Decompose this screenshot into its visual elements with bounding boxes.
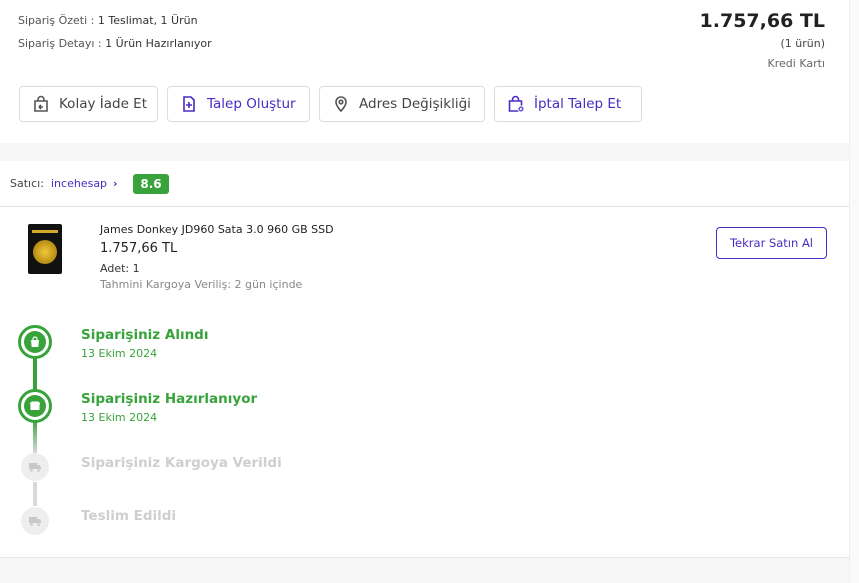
- document-plus-icon: [183, 96, 195, 112]
- order-detail: Sipariş Detayı : 1 Ürün Hazırlanıyor: [18, 37, 212, 50]
- address-change-label: Adres Değişikliği: [359, 96, 471, 112]
- location-pin-icon: [335, 96, 347, 113]
- step-shipped-marker: [21, 453, 49, 481]
- step-date: 13 Ekim 2024: [81, 347, 158, 360]
- order-overview: Sipariş Özeti : 1 Teslimat, 1 Ürün: [18, 14, 198, 27]
- product-title[interactable]: James Donkey JD960 Sata 3.0 960 GB SSD: [100, 223, 334, 236]
- product-image-emblem: [33, 240, 57, 264]
- order-total: 1.757,66 TL: [699, 10, 825, 32]
- seller-score-badge: 8.6: [133, 174, 169, 194]
- create-request-label: Talep Oluştur: [207, 96, 296, 112]
- cancel-request-label: İptal Talep Et: [534, 96, 622, 112]
- section-divider: [0, 143, 849, 161]
- product-image[interactable]: [28, 224, 62, 274]
- chevron-right-icon: ›: [113, 177, 118, 190]
- easy-return-button[interactable]: Kolay İade Et: [19, 86, 158, 122]
- step-title: Siparişiniz Alındı: [81, 327, 209, 343]
- timeline-connector: [33, 482, 37, 506]
- step-delivered-marker: [21, 507, 49, 535]
- shipping-eta: Tahmini Kargoya Veriliş: 2 gün içinde: [100, 278, 303, 291]
- delivery-icon: [29, 517, 41, 526]
- scrollbar[interactable]: [849, 0, 859, 583]
- product-price: 1.757,66 TL: [100, 241, 178, 256]
- seller-row: Satıcı: incehesap › 8.6: [0, 161, 849, 207]
- package-icon: [30, 401, 40, 410]
- step-received-marker: [18, 325, 52, 359]
- timeline-connector: [33, 419, 37, 453]
- shopping-bag-icon: [31, 336, 39, 347]
- order-overview-value: 1 Teslimat, 1 Ürün: [97, 14, 198, 27]
- payment-method: Kredi Kartı: [767, 57, 825, 70]
- item-count: (1 ürün): [780, 37, 825, 50]
- section-divider: [0, 557, 849, 583]
- step-date: 13 Ekim 2024: [81, 411, 158, 424]
- create-request-button[interactable]: Talep Oluştur: [167, 86, 310, 122]
- bag-cancel-icon: [508, 95, 525, 113]
- seller-label: Satıcı:: [10, 177, 44, 190]
- seller-name: incehesap: [51, 177, 108, 190]
- step-title: Teslim Edildi: [81, 508, 177, 524]
- truck-icon: [29, 463, 41, 472]
- rebuy-button[interactable]: Tekrar Satın Al: [716, 227, 827, 259]
- order-overview-label: Sipariş Özeti :: [18, 14, 95, 27]
- product-quantity: Adet: 1: [100, 262, 140, 275]
- order-summary: Sipariş Özeti : 1 Teslimat, 1 Ürün Sipar…: [0, 0, 859, 143]
- seller-link[interactable]: incehesap ›: [51, 177, 118, 190]
- product-image-label: [32, 230, 58, 233]
- easy-return-label: Kolay İade Et: [59, 96, 147, 112]
- timeline-connector: [33, 355, 37, 393]
- return-bag-icon: [34, 95, 48, 112]
- order-detail-value: 1 Ürün Hazırlanıyor: [105, 37, 212, 50]
- step-title: Siparişiniz Hazırlanıyor: [81, 391, 258, 407]
- step-title: Siparişiniz Kargoya Verildi: [81, 455, 282, 471]
- address-change-button[interactable]: Adres Değişikliği: [319, 86, 485, 122]
- order-detail-label: Sipariş Detayı :: [18, 37, 102, 50]
- step-preparing-marker: [18, 389, 52, 423]
- cancel-request-button[interactable]: İptal Talep Et: [494, 86, 642, 122]
